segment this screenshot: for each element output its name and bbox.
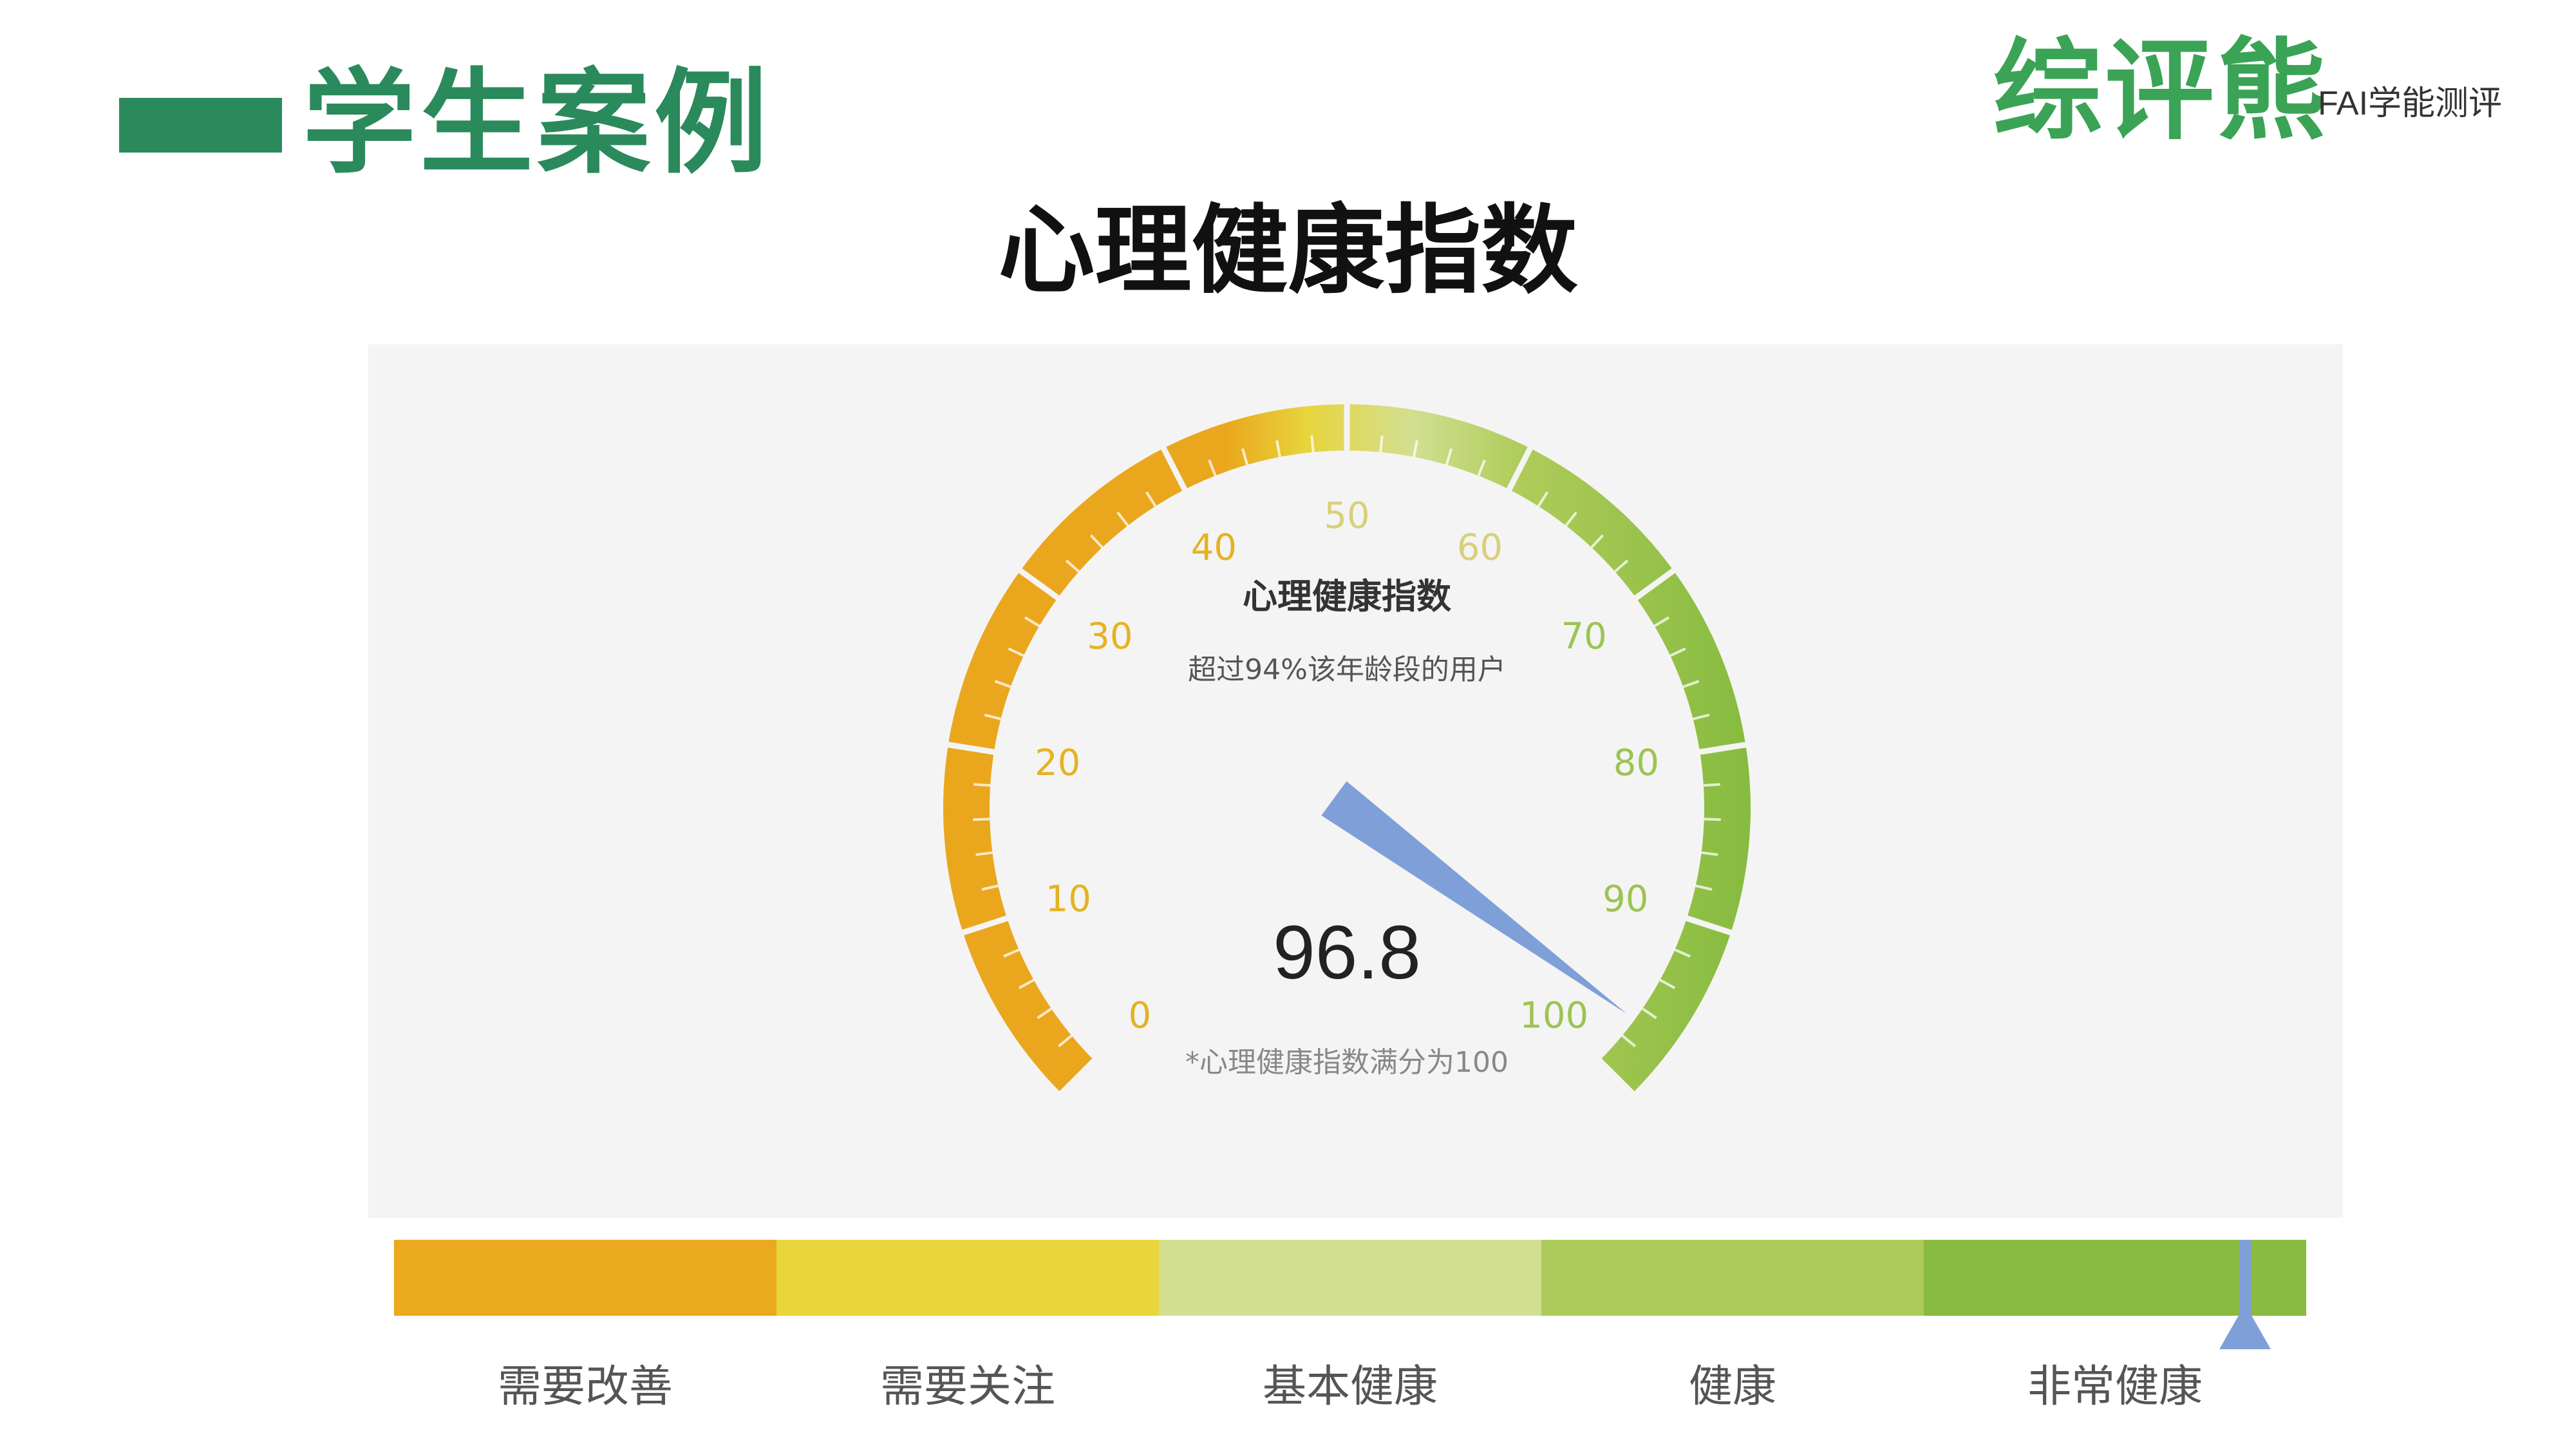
level-label-4: 健康 [1688,1361,1776,1412]
level-label-3: 基本健康 [1262,1361,1438,1412]
gauge-tick-label: 90 [1603,879,1648,921]
gauge-tick-label: 30 [1087,616,1133,658]
gauge-title: 心理健康指数 [1243,576,1451,617]
level-marker-icon [2219,1240,2271,1349]
gauge-value: 96.8 [1273,910,1421,995]
level-label-2: 需要关注 [879,1361,1055,1412]
level-scale-bar [394,1240,2306,1316]
gauge-subtitle: 超过94%该年龄段的用户 [1188,653,1506,686]
level-label-1: 需要改善 [497,1361,673,1412]
gauge-tick-label: 20 [1035,742,1080,784]
gauge-footnote: *心理健康指数满分为100 [1185,1046,1509,1079]
gauge-tick-label: 70 [1561,616,1606,658]
gauge-tick-label: 100 [1519,995,1588,1037]
gauge-tick-label: 80 [1613,742,1659,784]
gauge-tick-label: 10 [1046,879,1091,921]
level-segment-1 [394,1240,776,1316]
gauge-minor-tick [1703,783,1720,787]
level-label-5: 非常健康 [2027,1361,2203,1412]
gauge-tick-label: 0 [1128,995,1151,1037]
gauge-tick-label: 40 [1191,527,1237,569]
gauge-tick-label: 60 [1457,527,1503,569]
gauge-minor-tick [1379,435,1384,453]
gauge-minor-tick [973,783,991,787]
level-segment-2 [776,1240,1159,1316]
gauge-minor-tick [1310,435,1315,453]
level-segment-3 [1159,1240,1541,1316]
level-scale-labels: 需要改善 需要关注 基本健康 健康 非常健康 [394,1352,2306,1423]
gauge-tick-label: 50 [1324,495,1369,537]
gauge-chart: 0 10 20 30 40 50 60 70 80 90 100 心理健康指数 超过94%该年龄段的… [943,402,1751,1098]
level-segment-4 [1541,1240,1924,1316]
